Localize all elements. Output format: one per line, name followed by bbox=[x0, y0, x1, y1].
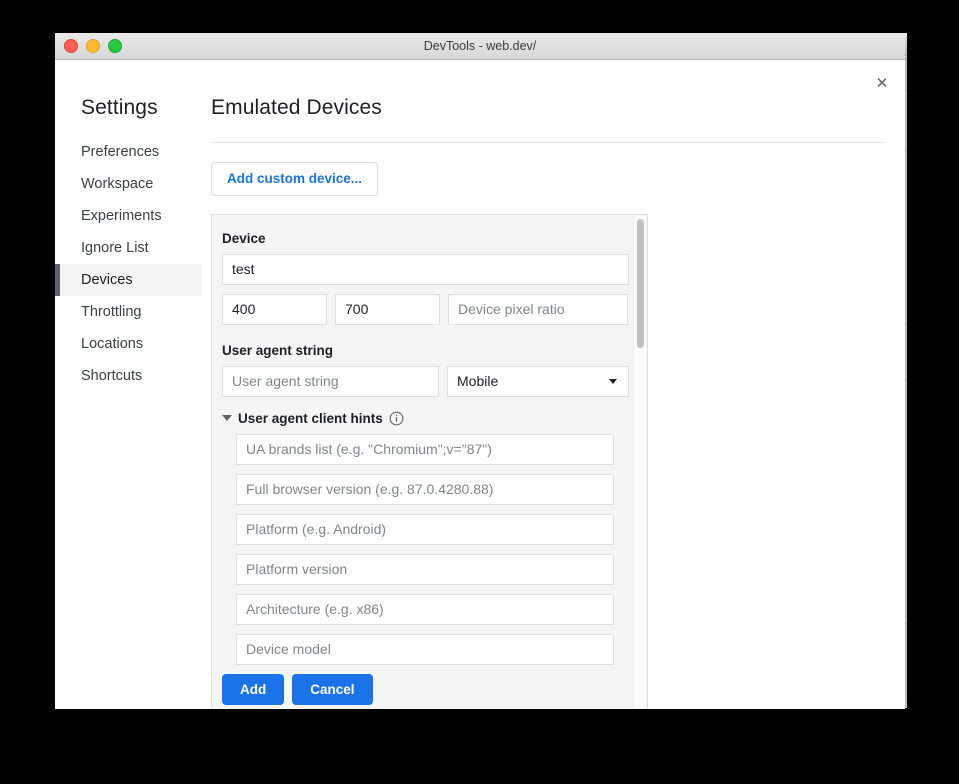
device-editor-form: Device User agent string bbox=[212, 215, 647, 710]
sidebar-title: Settings bbox=[55, 96, 202, 136]
settings-content: Emulated Devices Add custom device... De… bbox=[202, 60, 905, 709]
sidebar-item-ignore-list[interactable]: Ignore List bbox=[55, 232, 202, 264]
device-panel-scroll-thumb[interactable] bbox=[637, 219, 644, 348]
info-icon[interactable] bbox=[389, 411, 404, 426]
client-hints-title: User agent client hints bbox=[238, 411, 383, 426]
window-titlebar: DevTools - web.dev/ bbox=[55, 33, 905, 60]
minimize-window-button[interactable] bbox=[86, 39, 100, 53]
platform-version-input[interactable] bbox=[236, 554, 614, 585]
settings-dialog: ✕ Settings Preferences Workspace Experim… bbox=[55, 60, 905, 709]
sidebar-item-label: Experiments bbox=[81, 208, 162, 224]
screen: DevTools - web.dev/ ✕ Settings Preferenc… bbox=[0, 0, 959, 784]
device-model-input[interactable] bbox=[236, 634, 614, 665]
sidebar-item-throttling[interactable]: Throttling bbox=[55, 296, 202, 328]
window-controls bbox=[64, 39, 122, 53]
sidebar-item-locations[interactable]: Locations bbox=[55, 328, 202, 360]
sidebar-item-label: Ignore List bbox=[81, 240, 149, 256]
settings-sidebar: Settings Preferences Workspace Experimen… bbox=[55, 60, 202, 709]
cancel-button[interactable]: Cancel bbox=[292, 674, 372, 706]
sidebar-item-label: Preferences bbox=[81, 144, 159, 160]
window-title: DevTools - web.dev/ bbox=[424, 39, 537, 53]
devtools-window: DevTools - web.dev/ ✕ Settings Preferenc… bbox=[55, 33, 905, 709]
sidebar-item-label: Shortcuts bbox=[81, 368, 142, 384]
close-window-button[interactable] bbox=[64, 39, 78, 53]
page-title: Emulated Devices bbox=[211, 96, 885, 120]
device-name-input[interactable] bbox=[222, 254, 629, 285]
sidebar-item-shortcuts[interactable]: Shortcuts bbox=[55, 360, 202, 392]
ua-brands-list-input[interactable] bbox=[236, 434, 614, 465]
sidebar-item-experiments[interactable]: Experiments bbox=[55, 200, 202, 232]
sidebar-item-workspace[interactable]: Workspace bbox=[55, 168, 202, 200]
sidebar-item-label: Devices bbox=[81, 272, 133, 288]
client-hints-fields bbox=[236, 434, 633, 665]
platform-input[interactable] bbox=[236, 514, 614, 545]
user-agent-string-input[interactable] bbox=[222, 366, 439, 397]
content-divider bbox=[211, 142, 885, 143]
zoom-window-button[interactable] bbox=[108, 39, 122, 53]
chevron-down-icon bbox=[609, 379, 617, 384]
sidebar-item-label: Throttling bbox=[81, 304, 141, 320]
device-panel-scrollbar[interactable] bbox=[633, 216, 646, 710]
user-agent-row: Mobile bbox=[222, 366, 633, 397]
device-form-actions: Add Cancel bbox=[222, 674, 633, 706]
device-dimensions-row bbox=[222, 294, 633, 325]
sidebar-item-label: Locations bbox=[81, 336, 143, 352]
device-height-input[interactable] bbox=[335, 294, 440, 325]
device-width-input[interactable] bbox=[222, 294, 327, 325]
full-browser-version-input[interactable] bbox=[236, 474, 614, 505]
user-agent-section-label: User agent string bbox=[222, 343, 633, 358]
sidebar-item-devices[interactable]: Devices bbox=[55, 264, 202, 296]
sidebar-item-label: Workspace bbox=[81, 176, 153, 192]
client-hints-toggle[interactable]: User agent client hints bbox=[222, 411, 633, 426]
device-editor-panel: Device User agent string bbox=[211, 214, 648, 710]
settings-layout: Settings Preferences Workspace Experimen… bbox=[55, 60, 905, 709]
device-section-label: Device bbox=[222, 231, 633, 246]
architecture-input[interactable] bbox=[236, 594, 614, 625]
sidebar-item-preferences[interactable]: Preferences bbox=[55, 136, 202, 168]
add-button[interactable]: Add bbox=[222, 674, 284, 706]
device-type-select[interactable]: Mobile bbox=[447, 366, 629, 397]
device-pixel-ratio-input[interactable] bbox=[448, 294, 628, 325]
add-custom-device-button[interactable]: Add custom device... bbox=[211, 162, 378, 196]
disclosure-triangle-down-icon bbox=[222, 415, 232, 421]
device-type-selected-value: Mobile bbox=[457, 373, 498, 389]
